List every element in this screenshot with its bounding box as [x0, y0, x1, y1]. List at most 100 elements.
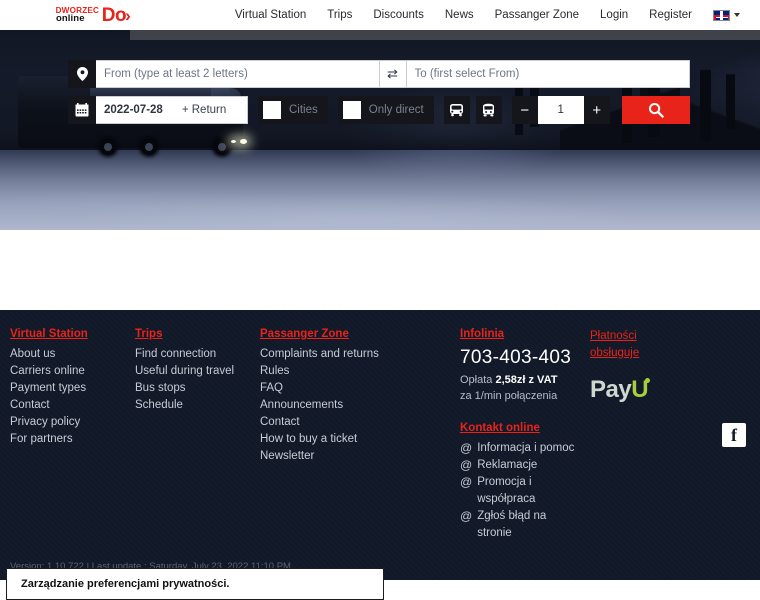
facebook-icon[interactable]: f [722, 423, 746, 447]
site-footer: Virtual Station About us Carriers online… [0, 310, 760, 580]
privacy-preferences-banner[interactable]: Zarządzanie preferencjami prywatności. [6, 568, 384, 600]
departure-date-value[interactable]: 2022-07-28 [96, 104, 171, 116]
cities-checkbox-box[interactable] [263, 101, 281, 119]
hero-banner: ⇄ 2022-07-28 + Return Cities Only direct [0, 30, 760, 230]
at-icon: @ [460, 441, 473, 455]
contact-online-title[interactable]: Kontakt online [460, 422, 580, 434]
nav-item-passanger-zone[interactable]: Passanger Zone [495, 9, 579, 21]
train-icon[interactable] [475, 96, 502, 124]
logo-mark-text: Do [101, 4, 127, 26]
uk-flag-icon [713, 9, 730, 21]
infoline-fee: Opłata 2,58zł z VAT za 1/min połączenia [460, 372, 580, 404]
cities-checkbox[interactable]: Cities [258, 96, 328, 124]
to-field-wrapper[interactable] [405, 60, 690, 88]
footer-link[interactable]: Bus stops [135, 380, 250, 397]
at-icon: @ [460, 475, 473, 489]
search-icon [648, 103, 664, 118]
infoline-fee-prefix: Opłata [460, 374, 496, 386]
footer-column-passanger-zone: Passanger Zone Complaints and returns Ru… [260, 328, 460, 542]
footer-link[interactable]: How to buy a ticket [260, 431, 450, 448]
swap-locations-button[interactable]: ⇄ [379, 60, 406, 88]
nav-item-trips[interactable]: Trips [327, 9, 352, 21]
passenger-decrement-button[interactable]: − [511, 96, 538, 124]
passenger-increment-button[interactable]: + [583, 96, 610, 124]
at-icon: @ [460, 458, 473, 472]
from-field-wrapper[interactable] [96, 60, 380, 88]
footer-column-title[interactable]: Trips [135, 328, 250, 340]
contact-online-item-label: Reklamacje [477, 459, 538, 471]
only-direct-checkbox-label: Only direct [368, 104, 424, 116]
logo-top-text: DWORZEC [55, 5, 100, 15]
contact-online-item-label: Zgłoś błąd na stronie [477, 510, 547, 539]
nav-item-discounts[interactable]: Discounts [373, 9, 424, 21]
payments-title-line2[interactable]: obsługuje [590, 345, 736, 362]
contact-online-item-label: Informacja i pomoc [477, 442, 575, 454]
infoline-fee-suffix: za 1/min połączenia [460, 390, 558, 402]
footer-link[interactable]: Payment types [10, 380, 125, 397]
footer-column-title[interactable]: Virtual Station [10, 328, 125, 340]
bus-wheel [214, 139, 230, 155]
infoline-phone-number[interactable]: 703-403-403 [460, 346, 580, 370]
main-navigation: Virtual Station Trips Discounts News Pas… [235, 9, 740, 21]
nav-item-login[interactable]: Login [600, 9, 628, 21]
footer-link[interactable]: FAQ [260, 380, 450, 397]
bus-wheel [100, 139, 116, 155]
footer-link[interactable]: Privacy policy [10, 414, 125, 431]
chevron-down-icon [734, 13, 740, 17]
footer-link[interactable]: Rules [260, 363, 450, 380]
to-input[interactable] [414, 68, 681, 80]
payu-logo: PayU [590, 376, 651, 403]
footer-link[interactable]: Schedule [135, 397, 250, 414]
footer-link[interactable]: Contact [10, 397, 125, 414]
payu-logo-pay: Pay [590, 376, 632, 403]
footer-link[interactable]: Useful during travel [135, 363, 250, 380]
logo-mark: Do › [102, 6, 131, 25]
search-row-options: 2022-07-28 + Return Cities Only direct − [68, 96, 690, 124]
footer-column-title[interactable]: Passanger Zone [260, 328, 450, 340]
nav-item-virtual-station[interactable]: Virtual Station [235, 9, 306, 21]
footer-column-virtual-station: Virtual Station About us Carriers online… [10, 328, 135, 542]
hero-snow-road [0, 150, 760, 230]
footer-link[interactable]: Find connection [135, 346, 250, 363]
footer-link[interactable]: Complaints and returns [260, 346, 450, 363]
bus-wheel [141, 139, 157, 155]
only-direct-checkbox[interactable]: Only direct [337, 96, 434, 124]
contact-online-item-label: Promocja i współpraca [477, 476, 536, 505]
only-direct-checkbox-box[interactable] [342, 101, 361, 119]
language-selector[interactable] [713, 9, 740, 21]
infoline-title[interactable]: Infolinia [460, 328, 580, 340]
contact-online-item[interactable]: @ Informacja i pomoc [460, 440, 580, 457]
infoline-fee-amount: 2,58zł z VAT [495, 374, 558, 386]
content-spacer [0, 230, 760, 310]
add-return-button[interactable]: + Return [172, 104, 236, 116]
footer-link[interactable]: For partners [10, 431, 125, 448]
contact-online-item[interactable]: @ Zgłoś błąd na stronie [460, 508, 580, 542]
payments-title-line1[interactable]: Płatności [590, 328, 736, 345]
calendar-icon [68, 96, 96, 124]
cities-checkbox-label: Cities [289, 104, 318, 116]
contact-online-item[interactable]: @ Promocja i współpraca [460, 474, 580, 508]
date-field-wrapper[interactable]: 2022-07-28 + Return [96, 96, 248, 124]
payu-logo-dot [645, 378, 651, 383]
footer-column-contact: Infolinia 703-403-403 Opłata 2,58zł z VA… [460, 328, 590, 542]
passenger-count-value[interactable]: 1 [537, 96, 584, 124]
nav-item-news[interactable]: News [445, 9, 474, 21]
passenger-stepper: − 1 + [511, 96, 610, 124]
site-header: DWORZEC online Do › Virtual Station Trip… [0, 0, 760, 30]
from-input[interactable] [104, 68, 371, 80]
footer-link[interactable]: Newsletter [260, 448, 450, 465]
logo-bottom-text: online [56, 12, 85, 24]
footer-column-trips: Trips Find connection Useful during trav… [135, 328, 260, 542]
bus-icon[interactable] [443, 96, 470, 124]
location-pin-icon [68, 60, 96, 88]
trip-search-form: ⇄ 2022-07-28 + Return Cities Only direct [68, 60, 690, 124]
search-button[interactable] [621, 96, 690, 124]
footer-link[interactable]: Carriers online [10, 363, 125, 380]
footer-link[interactable]: About us [10, 346, 125, 363]
contact-online-item[interactable]: @ Reklamacje [460, 457, 580, 474]
site-logo[interactable]: DWORZEC online Do › [55, 5, 131, 25]
nav-item-register[interactable]: Register [649, 9, 692, 21]
footer-link[interactable]: Contact [260, 414, 450, 431]
privacy-preferences-text: Zarządzanie preferencjami prywatności. [21, 578, 230, 590]
footer-link[interactable]: Announcements [260, 397, 450, 414]
